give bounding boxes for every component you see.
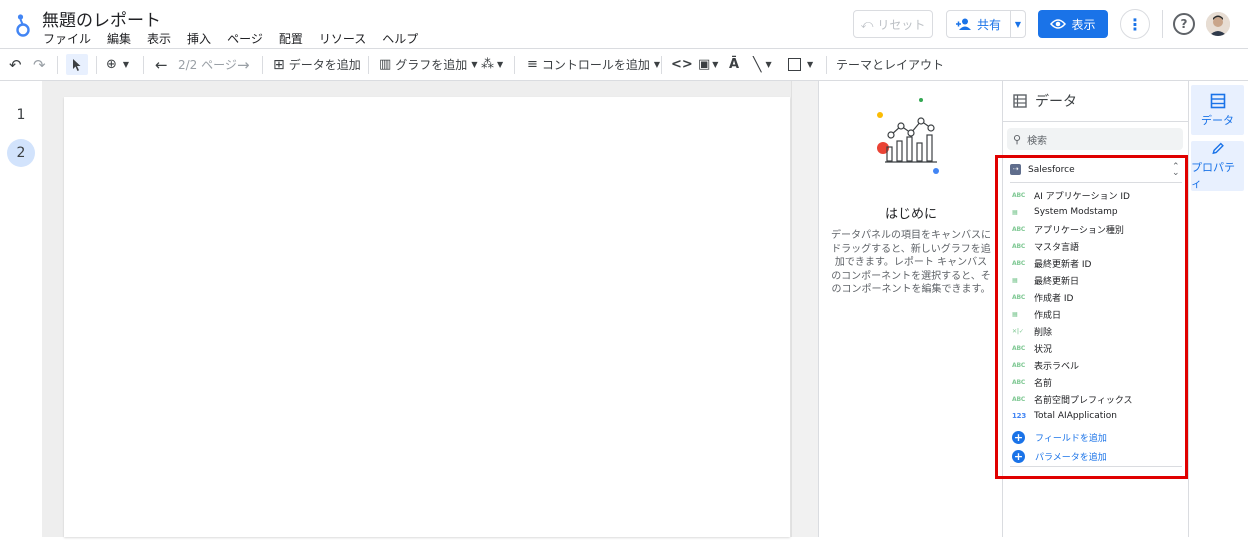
help-icon[interactable]: ? xyxy=(1173,13,1195,35)
undo-icon[interactable]: ↶ xyxy=(9,49,22,80)
menu-edit[interactable]: 編集 xyxy=(107,30,131,47)
add-control-label: コントロールを追加 xyxy=(541,58,650,72)
getting-started-panel: はじめに データパネルの項目をキャンバスにドラッグすると、新しいグラフを追加でき… xyxy=(818,81,1002,537)
data-panel-header: データ xyxy=(1013,91,1077,111)
add-chart-icon: ▥ xyxy=(379,57,392,72)
page-tab-1[interactable]: 1 xyxy=(7,101,35,129)
divider xyxy=(661,56,662,74)
control-icon: ≡ xyxy=(527,57,538,72)
menu-resource[interactable]: リソース xyxy=(319,30,366,47)
community-viz-button[interactable]: ⁂ ▼ xyxy=(481,49,503,80)
divider xyxy=(826,56,827,74)
chart-illustration-icon xyxy=(877,98,939,174)
rail-properties-label: プロパティ xyxy=(1191,161,1235,190)
chevron-down-icon: ▼ xyxy=(653,60,661,69)
chevron-down-icon: ▼ xyxy=(497,60,504,69)
more-options-icon[interactable]: ⋮ xyxy=(1120,9,1150,39)
canvas-area xyxy=(42,81,818,537)
menu-arrange[interactable]: 配置 xyxy=(279,30,303,47)
page-indicator: 2/2 ページ xyxy=(178,58,237,72)
toolbar: ↶ ↷ ⊕ ▼ ← 2/2 ページ → ⊞ データを追加 ▥ グラフを追加 ▼ ⁂… xyxy=(0,48,1248,81)
add-chart-button[interactable]: ▥ グラフを追加 ▼ xyxy=(379,49,477,80)
rail-properties-tab[interactable]: プロパティ xyxy=(1191,141,1244,191)
text-box-icon[interactable]: Ā xyxy=(729,49,739,80)
theme-layout-button[interactable]: テーマとレイアウト xyxy=(836,49,944,80)
add-data-button[interactable]: ⊞ データを追加 xyxy=(273,49,361,80)
top-bar: 無題のレポート ファイル 編集 表示 挿入 ページ 配置 リソース ヘルプ ⤺ … xyxy=(0,0,1248,48)
reset-button[interactable]: ⤺ リセット xyxy=(853,10,933,38)
menu-insert[interactable]: 挿入 xyxy=(187,30,211,47)
share-main[interactable]: 共有 xyxy=(947,11,1011,37)
avatar[interactable] xyxy=(1206,12,1230,36)
reset-label: リセット xyxy=(877,17,926,32)
rectangle-icon xyxy=(788,58,801,71)
undo-icon: ⤺ xyxy=(860,16,874,31)
share-button[interactable]: 共有 ▼ xyxy=(946,10,1026,38)
chevron-down-icon: ▼ xyxy=(471,60,478,69)
menu-page[interactable]: ページ xyxy=(227,30,263,47)
eye-icon xyxy=(1050,19,1067,29)
chevron-down-icon: ▼ xyxy=(807,60,814,69)
add-person-icon xyxy=(955,18,971,30)
divider xyxy=(143,56,144,74)
line-button[interactable]: ╲ ▼ xyxy=(753,49,772,80)
report-canvas[interactable] xyxy=(64,97,790,537)
next-page-icon[interactable]: → xyxy=(237,49,250,80)
menu-bar: ファイル 編集 表示 挿入 ページ 配置 リソース ヘルプ xyxy=(43,30,434,47)
divider xyxy=(1162,10,1163,38)
page-list: 1 2 xyxy=(0,81,42,537)
side-rail: データ プロパティ xyxy=(1188,81,1248,537)
pencil-icon xyxy=(1211,142,1224,155)
chevron-down-icon: ▼ xyxy=(712,60,719,69)
redo-icon[interactable]: ↷ xyxy=(33,49,46,80)
rail-data-tab[interactable]: データ xyxy=(1191,85,1244,135)
getting-started-title: はじめに xyxy=(884,207,937,222)
divider xyxy=(514,56,515,74)
share-label: 共有 xyxy=(976,17,1001,32)
embed-code-icon[interactable]: <> xyxy=(671,49,693,80)
divider xyxy=(1003,121,1189,122)
image-button[interactable]: ▣ ▼ xyxy=(698,49,718,80)
divider xyxy=(262,56,263,74)
add-data-label: データを追加 xyxy=(288,58,361,72)
search-icon: ⚲ xyxy=(1013,132,1022,146)
line-icon: ╲ xyxy=(753,56,762,73)
add-control-button[interactable]: ≡ コントロールを追加 ▼ xyxy=(527,49,660,80)
share-dropdown-icon[interactable]: ▼ xyxy=(1011,20,1025,29)
view-button[interactable]: 表示 xyxy=(1038,10,1108,38)
table-icon xyxy=(1210,93,1225,108)
previous-page-icon[interactable]: ← xyxy=(155,49,168,80)
image-icon: ▣ xyxy=(698,57,711,72)
search-placeholder: 検索 xyxy=(1027,135,1048,147)
search-input[interactable]: ⚲ 検索 xyxy=(1007,128,1183,150)
select-cursor-icon[interactable] xyxy=(66,54,88,75)
rail-data-label: データ xyxy=(1201,113,1234,127)
looker-studio-logo[interactable] xyxy=(14,12,34,38)
menu-file[interactable]: ファイル xyxy=(43,30,91,47)
divider xyxy=(57,56,58,74)
report-title[interactable]: 無題のレポート xyxy=(42,6,161,31)
page-tab-2[interactable]: 2 xyxy=(7,139,35,167)
add-data-icon: ⊞ xyxy=(273,56,285,73)
shapes-icon: ⁂ xyxy=(481,57,494,72)
shape-button[interactable]: ▼ xyxy=(788,49,813,80)
chevron-down-icon: ▼ xyxy=(765,60,772,69)
data-panel-title: データ xyxy=(1035,94,1077,110)
zoom-icon[interactable]: ⊕ ▼ xyxy=(106,49,129,80)
menu-help[interactable]: ヘルプ xyxy=(382,30,418,47)
divider xyxy=(368,56,369,74)
table-icon xyxy=(1013,94,1027,108)
divider xyxy=(96,56,97,74)
menu-view[interactable]: 表示 xyxy=(147,30,171,47)
canvas-scrollbar[interactable] xyxy=(791,81,818,537)
view-label: 表示 xyxy=(1071,17,1096,32)
highlight-box xyxy=(995,155,1188,479)
getting-started-text: データパネルの項目をキャンバスにドラッグすると、新しいグラフを追加できます。レポ… xyxy=(831,230,991,295)
add-chart-label: グラフを追加 xyxy=(395,58,468,72)
